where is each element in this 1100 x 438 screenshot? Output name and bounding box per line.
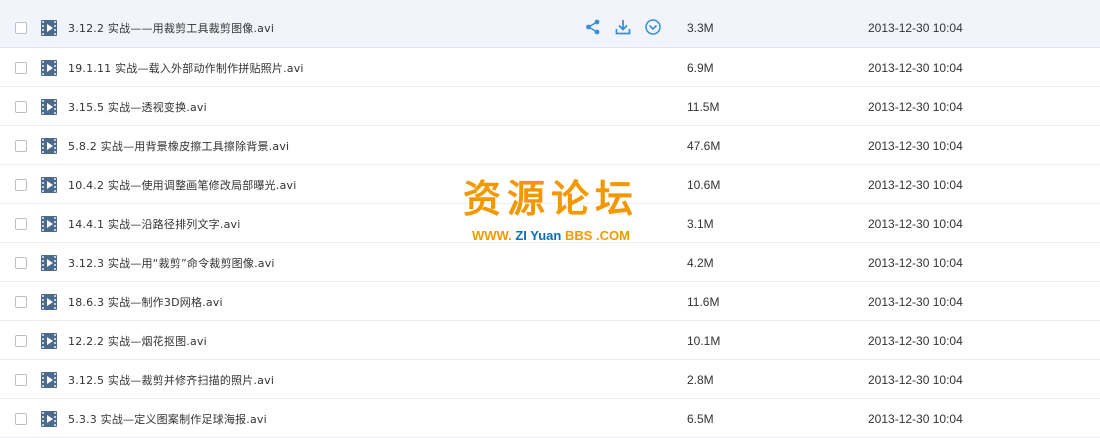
file-size: 11.6M: [687, 295, 720, 309]
row-checkbox[interactable]: [15, 335, 27, 347]
more-icon[interactable]: [644, 18, 662, 36]
file-name-link[interactable]: 18.6.3 实战—制作3D网格.avi: [68, 294, 223, 310]
file-date: 2013-12-30 10:04: [868, 295, 963, 309]
file-date: 2013-12-30 10:04: [868, 373, 963, 387]
row-checkbox[interactable]: [15, 140, 27, 152]
file-row[interactable]: 3.12.5 实战—裁剪并修齐扫描的照片.avi 2.8M 2013-12-30 1…: [0, 360, 1100, 399]
file-size: 3.1M: [687, 217, 714, 231]
file-date: 2013-12-30 10:04: [868, 217, 963, 231]
file-row[interactable]: 5.8.2 实战—用背景橡皮擦工具擦除背景.avi 47.6M 2013-12-30…: [0, 126, 1100, 165]
file-name-link[interactable]: 19.1.11 实战—载入外部动作制作拼贴照片.avi: [68, 60, 304, 76]
watermark-url: WWW. ZI Yuan BBS .COM: [446, 228, 656, 243]
row-checkbox[interactable]: [15, 101, 27, 113]
share-icon[interactable]: [584, 18, 602, 36]
video-file-icon: [41, 20, 57, 36]
video-file-icon: [41, 372, 57, 388]
video-file-icon: [41, 99, 57, 115]
file-row[interactable]: 12.2.2 实战—烟花抠图.avi 10.1M 2013-12-30 10:04: [0, 321, 1100, 360]
row-checkbox[interactable]: [15, 218, 27, 230]
file-name-link[interactable]: 5.8.2 实战—用背景橡皮擦工具擦除背景.avi: [68, 138, 289, 154]
row-checkbox[interactable]: [15, 22, 27, 34]
file-row[interactable]: 3.15.5 实战—透视变换.avi 11.5M 2013-12-30 10:04: [0, 87, 1100, 126]
row-checkbox[interactable]: [15, 374, 27, 386]
file-date: 2013-12-30 10:04: [868, 21, 963, 35]
file-name-link[interactable]: 10.4.2 实战—使用调整画笔修改局部曝光.avi: [68, 177, 297, 193]
file-size: 6.5M: [687, 412, 714, 426]
watermark: 资源论坛 WWW. ZI Yuan BBS .COM: [446, 176, 656, 243]
file-date: 2013-12-30 10:04: [868, 412, 963, 426]
file-row[interactable]: 3.12.2 实战——用裁剪工具裁剪图像.avi 3.3M 2013-12-30 1…: [0, 0, 1100, 48]
watermark-bbs: BBS: [564, 228, 593, 243]
row-checkbox[interactable]: [15, 413, 27, 425]
file-size: 6.9M: [687, 61, 714, 75]
file-name-link[interactable]: 12.2.2 实战—烟花抠图.avi: [68, 333, 207, 349]
file-row[interactable]: 19.1.11 实战—载入外部动作制作拼贴照片.avi 6.9M 2013-12-3…: [0, 48, 1100, 87]
watermark-www: WWW.: [472, 228, 512, 243]
file-date: 2013-12-30 10:04: [868, 61, 963, 75]
file-row[interactable]: 18.6.3 实战—制作3D网格.avi 11.6M 2013-12-30 10:0…: [0, 282, 1100, 321]
video-file-icon: [41, 216, 57, 232]
video-file-icon: [41, 333, 57, 349]
watermark-title: 资源论坛: [462, 177, 639, 221]
file-date: 2013-12-30 10:04: [868, 100, 963, 114]
video-file-icon: [41, 294, 57, 310]
watermark-com: .COM: [596, 228, 630, 243]
file-date: 2013-12-30 10:04: [868, 178, 963, 192]
file-name-link[interactable]: 3.12.5 实战—裁剪并修齐扫描的照片.avi: [68, 372, 274, 388]
file-row[interactable]: 3.12.3 实战—用“裁剪”命令裁剪图像.avi 4.2M 2013-12-30 …: [0, 243, 1100, 282]
row-checkbox[interactable]: [15, 257, 27, 269]
row-checkbox[interactable]: [15, 62, 27, 74]
file-date: 2013-12-30 10:04: [868, 139, 963, 153]
row-checkbox[interactable]: [15, 179, 27, 191]
file-name-link[interactable]: 3.12.3 实战—用“裁剪”命令裁剪图像.avi: [68, 255, 275, 271]
file-size: 2.8M: [687, 373, 714, 387]
watermark-ziyuan: ZI Yuan: [515, 228, 562, 243]
file-name-link[interactable]: 14.4.1 实战—沿路径排列文字.avi: [68, 216, 241, 232]
row-checkbox[interactable]: [15, 296, 27, 308]
file-size: 10.1M: [687, 334, 721, 348]
video-file-icon: [41, 255, 57, 271]
file-size: 10.6M: [687, 178, 721, 192]
file-size: 3.3M: [687, 21, 714, 35]
video-file-icon: [41, 138, 57, 154]
file-size: 47.6M: [687, 139, 721, 153]
video-file-icon: [41, 60, 57, 76]
file-name-link[interactable]: 3.15.5 实战—透视变换.avi: [68, 99, 207, 115]
file-size: 11.5M: [687, 100, 720, 114]
download-icon[interactable]: [614, 18, 632, 36]
video-file-icon: [41, 177, 57, 193]
file-date: 2013-12-30 10:04: [868, 334, 963, 348]
file-name-link[interactable]: 3.12.2 实战——用裁剪工具裁剪图像.avi: [68, 20, 274, 36]
file-size: 4.2M: [687, 256, 714, 270]
file-row[interactable]: 5.3.3 实战—定义图案制作足球海报.avi 6.5M 2013-12-30 10…: [0, 399, 1100, 438]
file-date: 2013-12-30 10:04: [868, 256, 963, 270]
